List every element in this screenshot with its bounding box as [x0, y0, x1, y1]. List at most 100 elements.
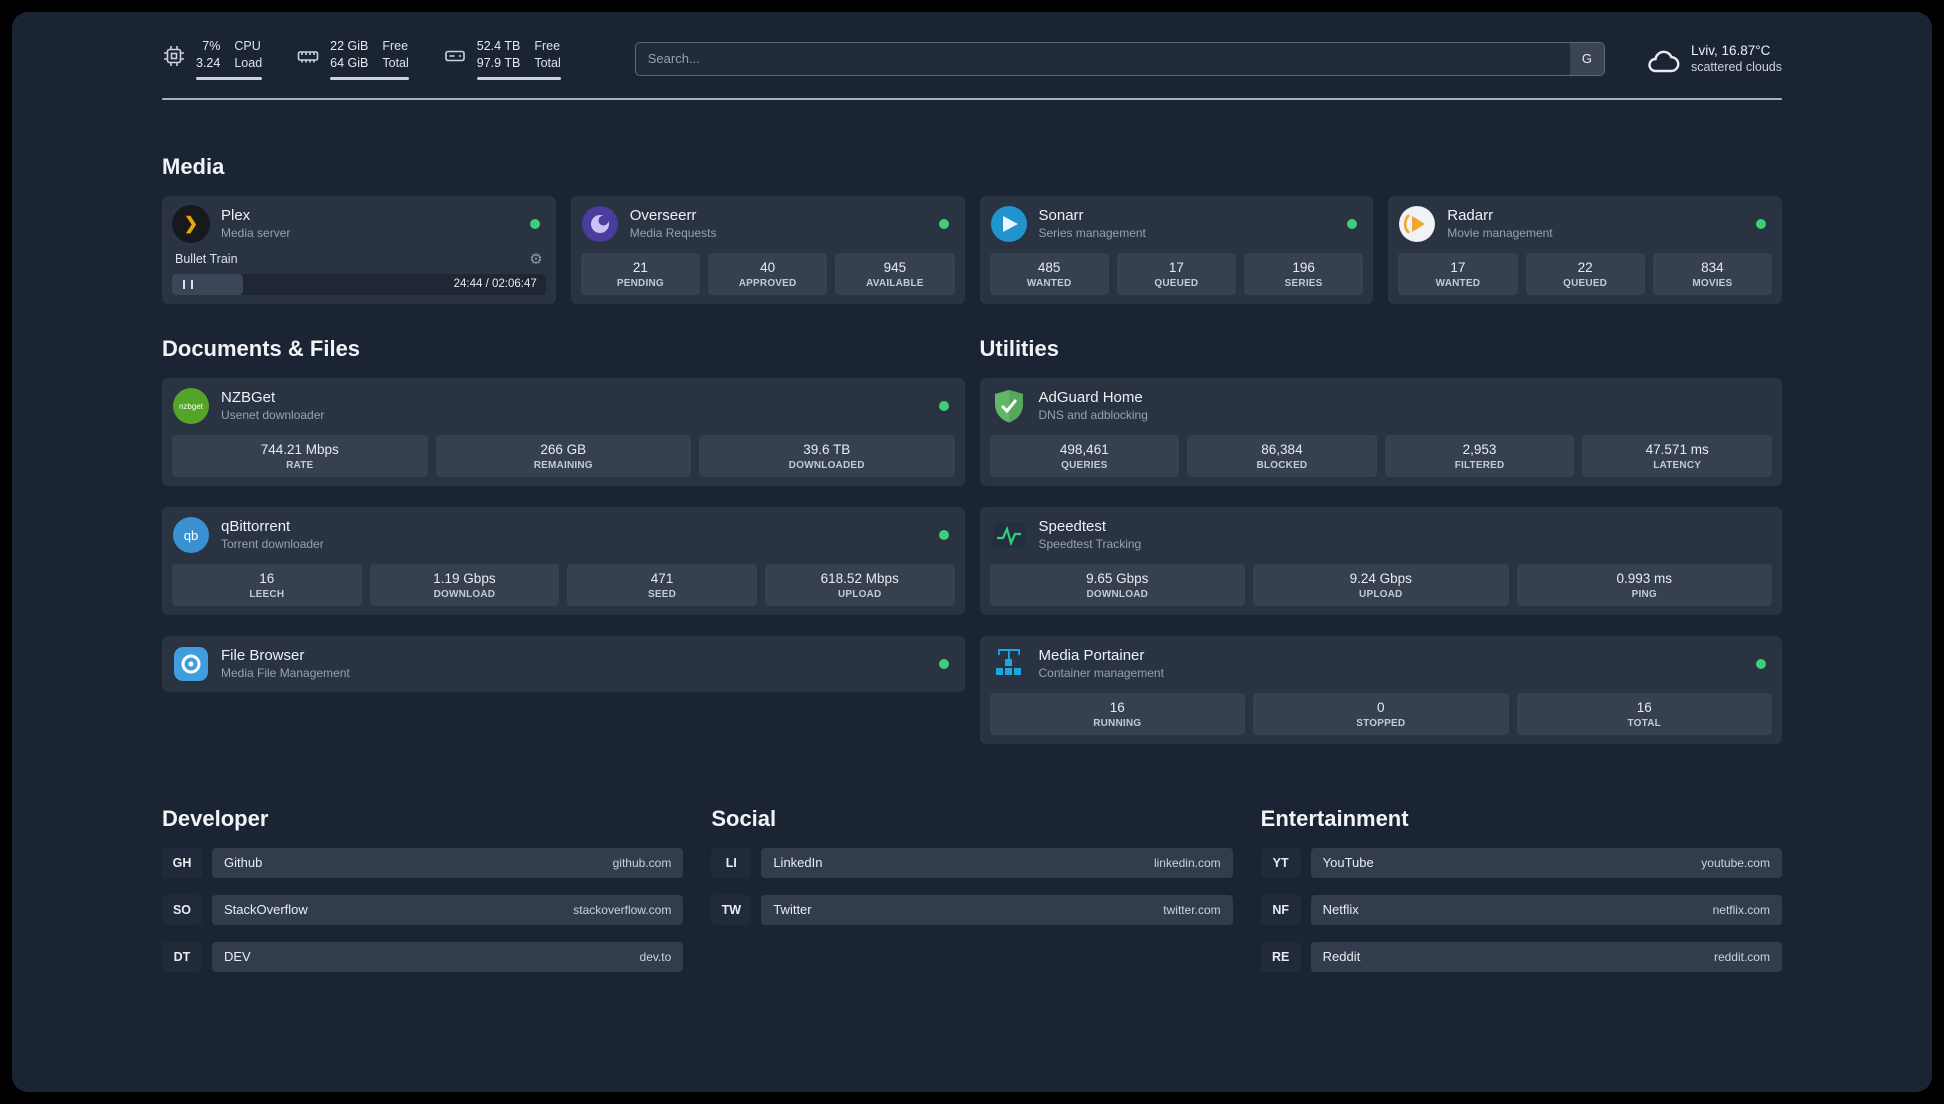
stat-label: SERIES: [1284, 277, 1323, 289]
service-subtitle: Container management: [1038, 666, 1164, 681]
service-name: NZBGet: [221, 389, 276, 407]
stat-tile: 744.21 Mbps RATE: [172, 434, 428, 477]
bookmark-name: Reddit: [1322, 949, 1361, 965]
disk-total-value: 97.9 TB: [476, 55, 521, 70]
service-card-filebrowser[interactable]: File Browser Media File Management: [162, 635, 965, 692]
playback-progress-bar[interactable]: 24:44 / 02:06:47: [172, 273, 546, 295]
service-card-overseerr[interactable]: Overseerr Media Requests 21 PENDING 40 A…: [570, 195, 965, 304]
bookmark-name: LinkedIn: [773, 855, 823, 871]
stat-label: QUEUED: [1563, 277, 1608, 289]
service-name: Speedtest: [1038, 518, 1107, 536]
stat-label: REMAINING: [533, 459, 593, 471]
bookmark-link[interactable]: Github github.com: [212, 847, 684, 878]
service-card-nzbget[interactable]: nzbget NZBGet Usenet downloader 744.21 M…: [162, 377, 965, 486]
bookmark-reddit[interactable]: RE Reddit reddit.com: [1260, 941, 1782, 972]
bookmark-group-developer: Developer GH Github github.com SO StackO…: [162, 805, 684, 989]
memory-free-value: 22 GiB: [330, 39, 369, 53]
service-card-sonarr[interactable]: Sonarr Series management 485 WANTED 17 Q…: [979, 195, 1374, 304]
stat-value: 485: [1037, 259, 1061, 275]
disk-free-value: 52.4 TB: [476, 39, 521, 53]
stat-label: DOWNLOAD: [433, 588, 496, 600]
stat-label: SEED: [648, 588, 677, 600]
stat-value: 744.21 Mbps: [260, 441, 339, 457]
service-name: Radarr: [1447, 207, 1494, 225]
stat-value: 47.571 ms: [1645, 441, 1709, 457]
weather-location: Lviv, 16.87°C: [1690, 43, 1771, 59]
bookmark-youtube[interactable]: YT YouTube youtube.com: [1260, 847, 1782, 878]
service-card-qbittorrent[interactable]: qb qBittorrent Torrent downloader 16 LEE…: [162, 506, 965, 615]
bookmark-link[interactable]: Reddit reddit.com: [1310, 941, 1782, 972]
weather-condition: scattered clouds: [1690, 60, 1782, 75]
service-card-adguard[interactable]: AdGuard Home DNS and adblocking 498,461 …: [979, 377, 1782, 486]
bookmark-stackoverflow[interactable]: SO StackOverflow stackoverflow.com: [162, 894, 684, 925]
bookmark-abbr: GH: [162, 847, 202, 878]
stat-label: QUEUED: [1154, 277, 1199, 289]
stat-value: 9.65 Gbps: [1086, 570, 1149, 586]
stat-tile: 498,461 QUERIES: [989, 434, 1180, 477]
stat-value: 16: [1109, 699, 1125, 715]
stat-label: DOWNLOAD: [1086, 588, 1149, 600]
bookmark-name: DEV: [224, 949, 251, 965]
svg-text:qb: qb: [184, 528, 198, 543]
adguard-icon: [990, 387, 1028, 425]
bookmark-linkedin[interactable]: LI LinkedIn linkedin.com: [711, 847, 1233, 878]
filebrowser-icon: [172, 645, 210, 683]
bookmark-link[interactable]: Netflix netflix.com: [1310, 894, 1782, 925]
stat-tile: 16 TOTAL: [1516, 692, 1772, 735]
bookmark-github[interactable]: GH Github github.com: [162, 847, 684, 878]
memory-free-label: Free: [382, 39, 409, 53]
gear-icon[interactable]: ⚙: [529, 252, 542, 267]
search-input[interactable]: [634, 41, 1605, 76]
service-card-plex[interactable]: ❯ Plex Media server Bullet Train ⚙ 24:44…: [162, 195, 556, 304]
disk-total-label: Total: [534, 55, 561, 70]
plex-icon: ❯: [172, 204, 210, 243]
stat-value: 40: [760, 259, 776, 275]
bookmark-link[interactable]: DEV dev.to: [212, 941, 684, 972]
bookmark-url: youtube.com: [1701, 855, 1770, 870]
stat-label: FILTERED: [1454, 459, 1505, 471]
stat-label: MOVIES: [1692, 277, 1733, 289]
stat-tile: 86,384 BLOCKED: [1187, 434, 1377, 477]
bookmark-netflix[interactable]: NF Netflix netflix.com: [1260, 894, 1782, 925]
bookmark-twitter[interactable]: TW Twitter twitter.com: [711, 894, 1233, 925]
bookmark-abbr: SO: [162, 894, 202, 925]
service-card-speedtest[interactable]: Speedtest Speedtest Tracking 9.65 Gbps D…: [979, 506, 1782, 615]
bookmark-abbr: TW: [711, 894, 752, 925]
section-title-developer: Developer: [162, 805, 269, 831]
stat-tile: 16 RUNNING: [989, 692, 1245, 735]
stat-tile: 39.6 TB DOWNLOADED: [699, 434, 955, 477]
disk-free-label: Free: [534, 39, 561, 53]
service-name: Media Portainer: [1038, 647, 1145, 665]
bookmark-name: YouTube: [1322, 855, 1374, 871]
stat-label: DOWNLOADED: [788, 459, 865, 471]
radarr-icon: [1398, 205, 1436, 243]
stat-tile: 618.52 Mbps UPLOAD: [764, 563, 955, 606]
stat-tile: 17 QUEUED: [1116, 252, 1236, 295]
bookmark-link[interactable]: Twitter twitter.com: [761, 894, 1233, 925]
cpu-widget: 7% 3.24 CPU Load: [162, 38, 263, 80]
stat-tile: 471 SEED: [567, 563, 757, 606]
stat-label: AVAILABLE: [866, 277, 924, 289]
stat-tile: 266 GB REMAINING: [435, 434, 691, 477]
stat-label: LATENCY: [1653, 459, 1702, 471]
bookmark-url: reddit.com: [1713, 949, 1770, 964]
search-engine-button[interactable]: G: [1569, 42, 1604, 75]
bookmark-link[interactable]: StackOverflow stackoverflow.com: [212, 894, 684, 925]
pause-icon[interactable]: [183, 279, 193, 289]
cpu-usage-value: 7%: [202, 39, 221, 53]
plex-chevron-glyph: ❯: [183, 214, 199, 234]
stat-value: 16: [259, 570, 275, 586]
qbittorrent-icon: qb: [172, 516, 210, 554]
bookmark-link[interactable]: YouTube youtube.com: [1310, 847, 1782, 878]
service-card-radarr[interactable]: Radarr Movie management 17 WANTED 22 QUE…: [1388, 195, 1782, 304]
stat-tile: 196 SERIES: [1244, 252, 1364, 295]
service-card-portainer[interactable]: Media Portainer Container management 16 …: [979, 635, 1782, 744]
stat-label: PENDING: [616, 277, 664, 289]
service-subtitle: Media File Management: [221, 666, 350, 681]
bookmark-link[interactable]: LinkedIn linkedin.com: [761, 847, 1233, 878]
section-title-entertainment: Entertainment: [1260, 805, 1409, 831]
stat-value: 17: [1450, 259, 1466, 275]
bookmark-dev[interactable]: DT DEV dev.to: [162, 941, 684, 972]
stat-value: 945: [883, 259, 907, 275]
cpu-icon: [162, 44, 186, 68]
